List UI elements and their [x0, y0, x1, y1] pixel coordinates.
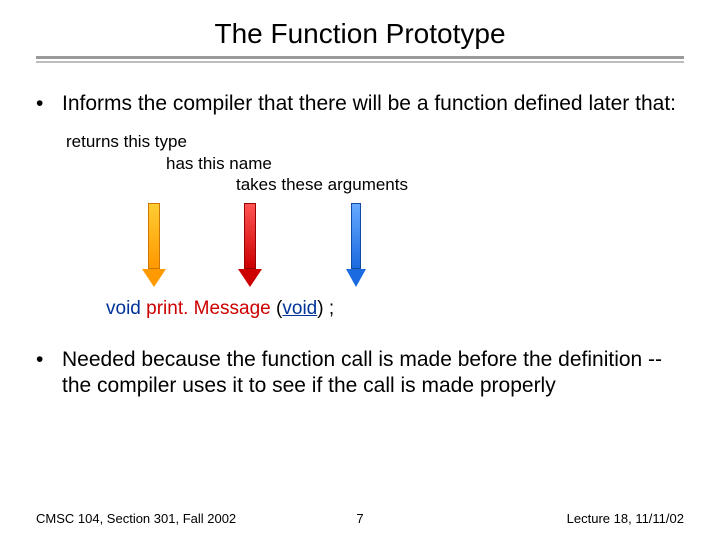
arrow-down-icon — [346, 203, 366, 287]
bullet-dot: • — [36, 347, 52, 400]
argument-void: void — [282, 298, 317, 319]
footer-page-number: 7 — [356, 511, 363, 526]
bullet-2: • Needed because the function call is ma… — [36, 347, 684, 400]
slide-title: The Function Prototype — [36, 18, 684, 50]
footer-left: CMSC 104, Section 301, Fall 2002 — [36, 511, 236, 526]
arrow-down-icon — [142, 203, 166, 287]
code-prototype: void print. Message (void) ; — [106, 297, 684, 321]
divider — [36, 56, 684, 63]
footer: CMSC 104, Section 301, Fall 2002 7 Lectu… — [36, 511, 684, 526]
bullet-1: • Informs the compiler that there will b… — [36, 91, 684, 117]
function-name: print. Message — [146, 298, 271, 319]
subline-args: takes these arguments — [236, 174, 684, 195]
slide: The Function Prototype • Informs the com… — [0, 0, 720, 540]
bullet-2-text: Needed because the function call is made… — [62, 347, 684, 400]
footer-right: Lecture 18, 11/11/02 — [567, 511, 684, 526]
bullet-dot: • — [36, 91, 52, 117]
arrow-down-icon — [238, 203, 262, 287]
content-area: • Informs the compiler that there will b… — [36, 91, 684, 399]
subline-name: has this name — [166, 153, 684, 174]
sublines: returns this type has this name takes th… — [66, 131, 684, 195]
semicolon: ; — [324, 298, 335, 319]
arrows-group — [66, 203, 684, 291]
keyword-void: void — [106, 298, 141, 319]
subline-returns: returns this type — [66, 131, 684, 152]
bullet-1-text: Informs the compiler that there will be … — [62, 91, 676, 117]
